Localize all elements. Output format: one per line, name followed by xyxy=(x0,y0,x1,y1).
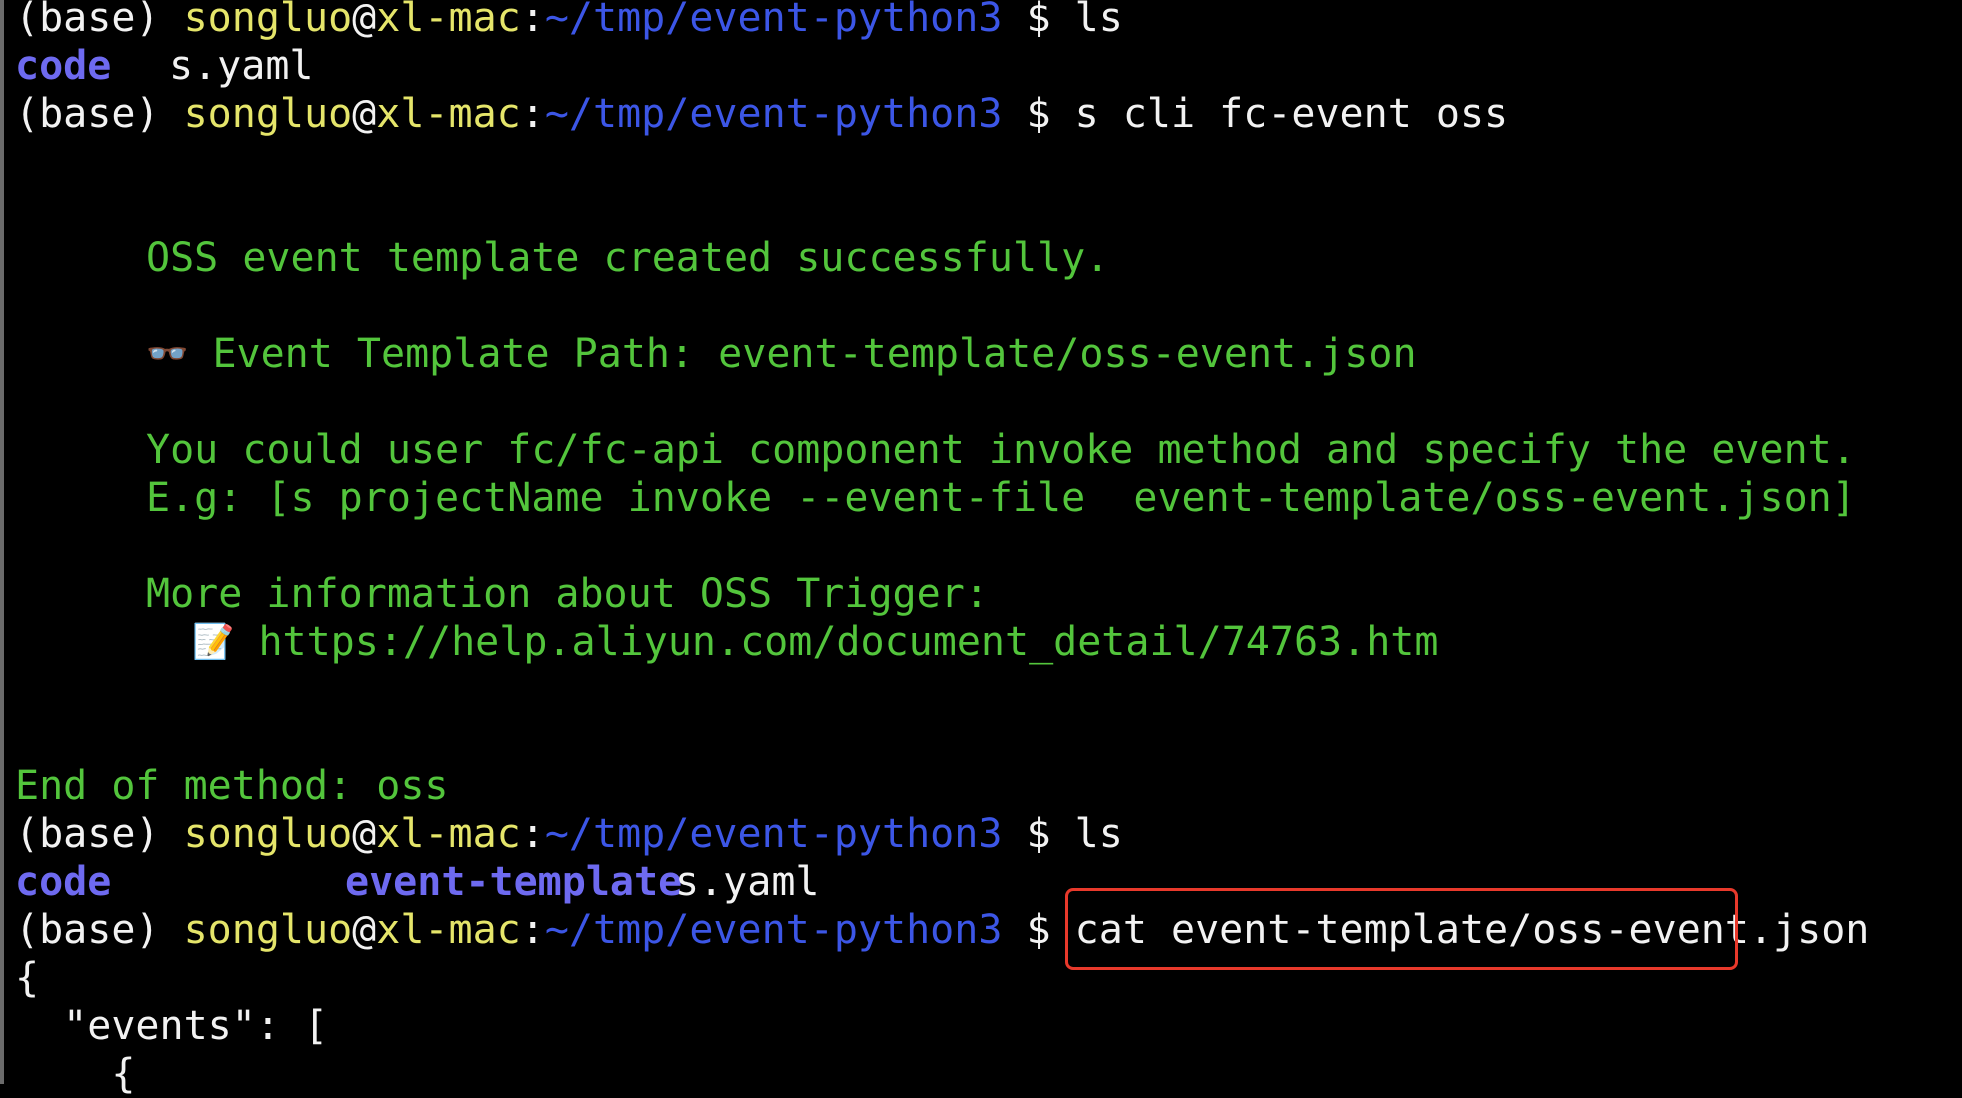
ls-output: code s.yaml xyxy=(15,42,314,90)
prompt-host: xl-mac xyxy=(376,91,521,137)
template-path-text: Event Template Path: event-template/oss-… xyxy=(212,331,1417,377)
prompt-user: songluo xyxy=(183,811,353,857)
prompt-host: xl-mac xyxy=(376,0,521,41)
prompt-symbol: $ xyxy=(1002,811,1075,857)
prompt-at: @ xyxy=(352,907,377,953)
directory-entry: event-template xyxy=(345,859,683,905)
prompt-colon: : xyxy=(520,907,545,953)
command-text: s cli fc-event oss xyxy=(1074,91,1509,137)
prompt-colon: : xyxy=(520,0,545,41)
json-events-key: "events": [ xyxy=(15,1003,329,1049)
prompt-env: (base) xyxy=(15,0,184,41)
prompt-user: songluo xyxy=(183,907,353,953)
prompt-at: @ xyxy=(352,0,377,41)
prompt-line: (base) songluo@xl-mac:~/tmp/event-python… xyxy=(15,810,1123,858)
prompt-colon: : xyxy=(520,91,545,137)
file-entry: s.yaml xyxy=(169,43,314,89)
more-info-label: More information about OSS Trigger: xyxy=(146,571,989,617)
highlight-annotation xyxy=(1065,888,1738,970)
template-path-line: 👓 Event Template Path: event-template/os… xyxy=(146,330,1417,378)
doc-link-line: 📝 https://help.aliyun.com/document_detai… xyxy=(192,618,1438,666)
prompt-path: ~/tmp/event-python3 xyxy=(544,91,1003,137)
invoke-hint: You could user fc/fc-api component invok… xyxy=(146,427,1856,473)
json-inner-brace: { xyxy=(15,1051,136,1097)
command-text: ls xyxy=(1074,811,1123,857)
glasses-icon: 👓 xyxy=(146,334,189,374)
prompt-line: (base) songluo@xl-mac:~/tmp/event-python… xyxy=(15,90,1508,138)
command-text: ls xyxy=(1074,0,1123,41)
prompt-at: @ xyxy=(352,91,377,137)
prompt-symbol: $ xyxy=(1002,0,1075,41)
file-entry: s.yaml xyxy=(675,859,820,905)
window-edge xyxy=(0,0,4,1084)
success-message: OSS event template created successfully. xyxy=(146,235,1110,281)
prompt-symbol: $ xyxy=(1002,91,1075,137)
prompt-user: songluo xyxy=(183,91,353,137)
prompt-env: (base) xyxy=(15,811,184,857)
prompt-path: ~/tmp/event-python3 xyxy=(544,907,1003,953)
example-command: E.g: [s projectName invoke --event-file … xyxy=(146,475,1856,521)
prompt-colon: : xyxy=(520,811,545,857)
prompt-host: xl-mac xyxy=(376,811,521,857)
memo-icon: 📝 xyxy=(192,622,235,662)
prompt-host: xl-mac xyxy=(376,907,521,953)
prompt-path: ~/tmp/event-python3 xyxy=(544,811,1003,857)
prompt-user: songluo xyxy=(183,0,353,41)
prompt-at: @ xyxy=(352,811,377,857)
prompt-env: (base) xyxy=(15,91,184,137)
prompt-line: (base) songluo@xl-mac:~/tmp/event-python… xyxy=(15,0,1123,42)
prompt-env: (base) xyxy=(15,907,184,953)
directory-entry: code xyxy=(15,859,112,905)
doc-link[interactable]: https://help.aliyun.com/document_detail/… xyxy=(258,619,1438,665)
directory-entry: code xyxy=(15,43,112,89)
json-open-brace: { xyxy=(15,955,40,1001)
prompt-path: ~/tmp/event-python3 xyxy=(544,0,1003,41)
end-of-method: End of method: oss xyxy=(15,763,449,809)
prompt-symbol: $ xyxy=(1002,907,1075,953)
